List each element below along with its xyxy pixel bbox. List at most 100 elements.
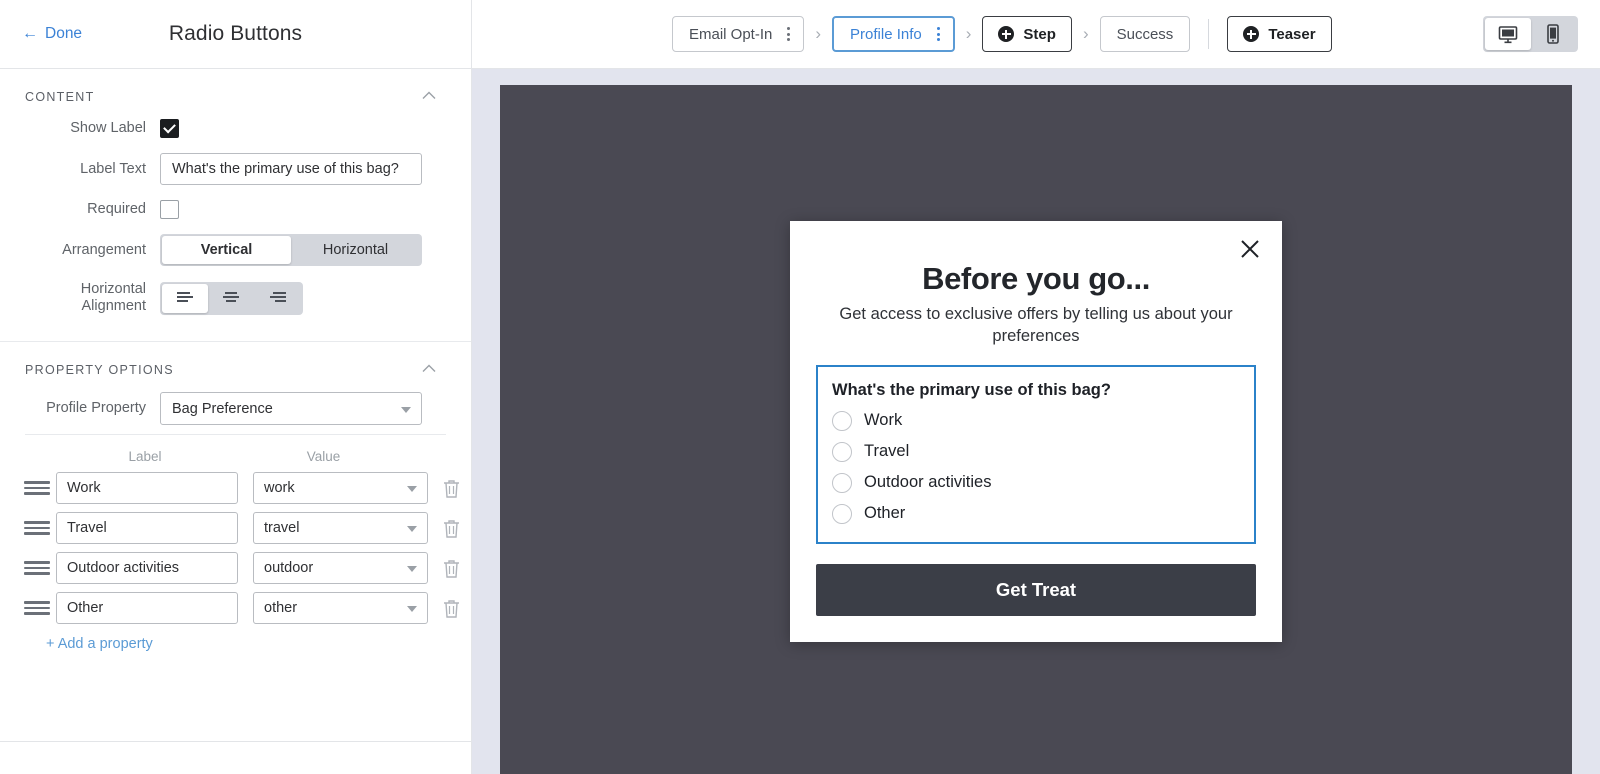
label-text-row: Label Text (0, 150, 471, 188)
step-menu-icon[interactable] (934, 27, 943, 41)
step-pill-success[interactable]: Success (1099, 16, 1191, 52)
align-center-icon[interactable] (208, 284, 254, 313)
delete-option-button[interactable] (442, 558, 461, 579)
drag-handle-icon[interactable] (24, 478, 50, 498)
arrangement-option-vertical[interactable]: Vertical (162, 236, 291, 264)
required-checkbox[interactable] (160, 200, 179, 219)
option-value-select-wrap: outdoor (253, 552, 428, 584)
radio-option-travel[interactable]: Travel (832, 441, 1240, 462)
step-label: Profile Info (850, 25, 922, 43)
option-value-select-wrap: work (253, 472, 428, 504)
done-label: Done (45, 25, 83, 42)
radio-circle-icon (832, 441, 852, 462)
option-label-input[interactable] (56, 592, 238, 624)
arrangement-label: Arrangement (62, 241, 146, 258)
preview-canvas: Before you go... Get access to exclusive… (500, 85, 1572, 774)
options-table-header: Label Value (0, 435, 471, 468)
panel-bottom-divider (0, 741, 471, 742)
option-label-input[interactable] (56, 512, 238, 544)
required-label: Required (87, 201, 146, 217)
preview-modal: Before you go... Get access to exclusive… (790, 221, 1282, 642)
settings-panel: ← Done Radio Buttons CONTENT Show Label (0, 0, 472, 774)
property-options-section: PROPERTY OPTIONS Profile Property Bag Pr… (0, 342, 471, 666)
profile-property-select-wrap: Bag Preference (160, 392, 422, 425)
option-label-input[interactable] (56, 552, 238, 584)
step-menu-icon[interactable] (784, 27, 793, 41)
drag-handle-icon[interactable] (24, 518, 50, 538)
chevron-up-icon[interactable] (422, 91, 436, 103)
radio-option-label: Outdoor activities (864, 473, 992, 492)
radio-option-other[interactable]: Other (832, 503, 1240, 524)
content-section-title: CONTENT (25, 90, 95, 104)
add-teaser-button[interactable]: Teaser (1227, 16, 1332, 52)
profile-property-label: Profile Property (46, 400, 146, 416)
add-property-button[interactable]: + Add a property (0, 628, 471, 652)
cta-button[interactable]: Get Treat (816, 563, 1256, 616)
radio-option-work[interactable]: Work (832, 410, 1240, 431)
panel-body: CONTENT Show Label Label Text Required (0, 69, 471, 774)
close-icon[interactable] (1238, 237, 1262, 261)
option-value-select[interactable]: outdoor (253, 552, 428, 584)
radio-group-block[interactable]: What's the primary use of this bag? Work… (816, 364, 1256, 544)
show-label-label: Show Label (70, 120, 146, 136)
step-pill-profile-info[interactable]: Profile Info (832, 16, 955, 52)
mobile-icon[interactable] (1531, 18, 1577, 50)
app-root: ← Done Radio Buttons CONTENT Show Label (0, 0, 1600, 774)
table-row: outdoor (0, 548, 471, 588)
label-text-label: Label Text (80, 160, 146, 177)
back-arrow-icon: ← (22, 25, 38, 42)
delete-option-button[interactable] (442, 478, 461, 499)
drag-handle-icon[interactable] (24, 598, 50, 618)
step-separator-icon: › (965, 24, 972, 43)
radio-circle-icon (832, 472, 852, 493)
table-row: work (0, 468, 471, 508)
desktop-icon[interactable] (1485, 18, 1531, 50)
content-section: CONTENT Show Label Label Text Required (0, 69, 471, 342)
radio-option-label: Travel (864, 442, 910, 461)
step-label: Success (1116, 25, 1174, 43)
modal-title: Before you go... (922, 261, 1150, 296)
add-step-button[interactable]: Step (982, 16, 1072, 52)
radio-option-label: Other (864, 504, 906, 523)
option-value-select-wrap: other (253, 592, 428, 624)
delete-option-button[interactable] (442, 598, 461, 619)
drag-handle-icon[interactable] (24, 558, 50, 578)
column-header-value: Value (306, 449, 341, 464)
table-row: travel (0, 508, 471, 548)
step-separator-icon: › (815, 24, 822, 43)
done-button[interactable]: ← Done (22, 25, 82, 43)
profile-property-row: Profile Property Bag Preference (0, 389, 471, 428)
option-value-select[interactable]: other (253, 592, 428, 624)
property-options-section-title: PROPERTY OPTIONS (25, 363, 174, 377)
option-value-select[interactable]: work (253, 472, 428, 504)
align-right-icon[interactable] (255, 284, 301, 313)
radio-option-outdoor[interactable]: Outdoor activities (832, 472, 1240, 493)
show-label-checkbox[interactable] (160, 119, 179, 138)
option-label-input[interactable] (56, 472, 238, 504)
content-section-header[interactable]: CONTENT (0, 69, 471, 116)
add-teaser-label: Teaser (1268, 25, 1316, 43)
delete-option-button[interactable] (442, 518, 461, 539)
plus-circle-icon (1243, 26, 1260, 42)
align-left-icon[interactable] (162, 283, 209, 313)
step-pill-email-opt-in[interactable]: Email Opt-In (672, 16, 805, 52)
label-text-input[interactable] (160, 153, 422, 185)
plus-circle-icon (998, 26, 1015, 42)
radio-circle-icon (832, 503, 852, 524)
horizontal-alignment-toggle (160, 281, 303, 315)
chevron-up-icon[interactable] (422, 364, 436, 376)
device-toggle (1483, 16, 1578, 52)
horizontal-alignment-label: Horizontal Alignment (80, 281, 146, 314)
editor-area: Email Opt-In › Profile Info › Step › Suc… (472, 0, 1600, 774)
topbar-divider (1208, 19, 1210, 49)
property-options-section-header[interactable]: PROPERTY OPTIONS (0, 342, 471, 389)
table-row: other (0, 588, 471, 628)
arrangement-option-horizontal[interactable]: Horizontal (291, 236, 420, 264)
canvas-frame: Before you go... Get access to exclusive… (472, 69, 1600, 774)
option-value-select[interactable]: travel (253, 512, 428, 544)
horizontal-alignment-row: Horizontal Alignment (0, 278, 471, 318)
modal-subtitle: Get access to exclusive offers by tellin… (839, 305, 1233, 345)
step-label: Email Opt-In (689, 25, 773, 43)
add-step-label: Step (1023, 25, 1056, 43)
profile-property-select[interactable]: Bag Preference (160, 392, 422, 425)
